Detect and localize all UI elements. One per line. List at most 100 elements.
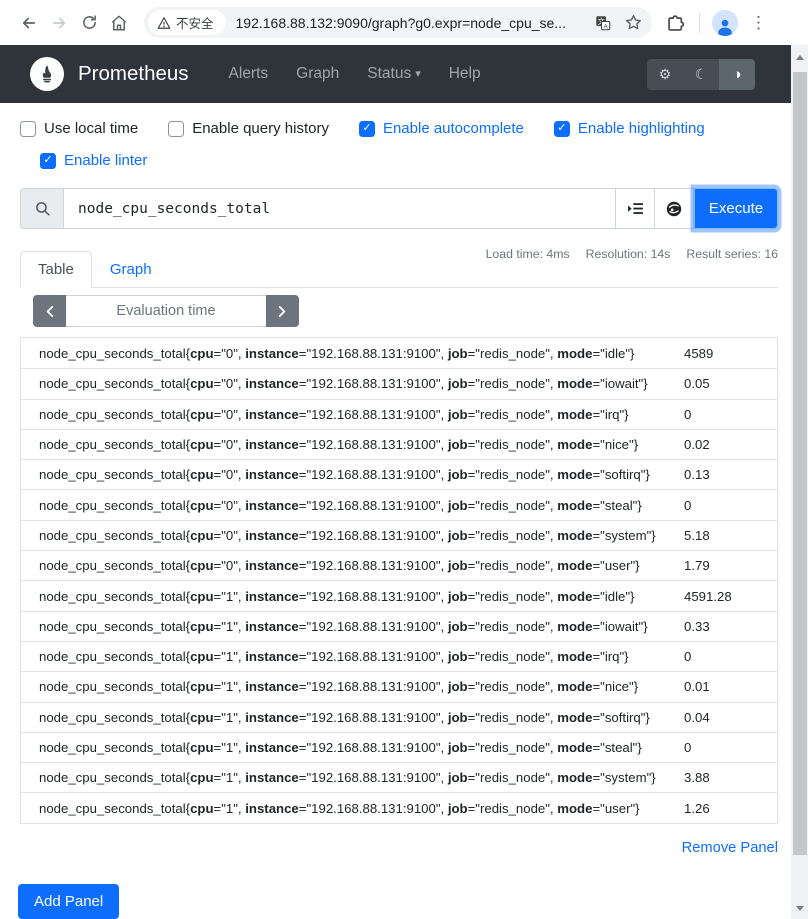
reload-icon[interactable]: [74, 8, 104, 38]
eval-time-back-icon[interactable]: [33, 295, 66, 327]
expression-input[interactable]: [64, 188, 616, 229]
table-row: node_cpu_seconds_total{cpu="0", instance…: [21, 429, 777, 459]
table-row: node_cpu_seconds_total{cpu="1", instance…: [21, 762, 777, 792]
table-row: node_cpu_seconds_total{cpu="0", instance…: [21, 489, 777, 519]
metric-value: 0.04: [684, 710, 777, 725]
bookmark-star-icon[interactable]: [622, 13, 644, 32]
checkbox-enable-linter[interactable]: ✓ Enable linter: [40, 152, 147, 169]
back-icon[interactable]: [14, 8, 44, 38]
metric-series: node_cpu_seconds_total{cpu="0", instance…: [39, 437, 684, 452]
metric-value: 0: [684, 498, 777, 513]
checked-checkbox-icon[interactable]: ✓: [554, 121, 570, 137]
profile-avatar[interactable]: [712, 10, 738, 36]
table-row: node_cpu_seconds_total{cpu="1", instance…: [21, 641, 777, 671]
url-text[interactable]: 192.168.88.132:9090/graph?g0.expr=node_c…: [236, 15, 584, 31]
address-bar[interactable]: 不安全 192.168.88.132:9090/graph?g0.expr=no…: [144, 7, 652, 38]
query-input-group: Execute: [20, 188, 778, 229]
eval-time-forward-icon[interactable]: [266, 295, 299, 327]
theme-toggle-group: ⚙ ☾ ◑: [647, 59, 755, 90]
metric-series: node_cpu_seconds_total{cpu="1", instance…: [39, 740, 684, 755]
prometheus-navbar: Prometheus AlertsGraphStatus▾Help ⚙ ☾ ◑: [0, 45, 808, 103]
metric-value: 3.88: [684, 770, 777, 785]
metric-series: node_cpu_seconds_total{cpu="1", instance…: [39, 649, 684, 664]
metric-series: node_cpu_seconds_total{cpu="1", instance…: [39, 770, 684, 785]
evaluation-time-input[interactable]: [66, 295, 266, 327]
remove-panel-link[interactable]: Remove Panel: [682, 840, 778, 856]
checkbox-use-local-time[interactable]: Use local time: [20, 120, 138, 137]
main-content: Use local timeEnable query history✓Enabl…: [0, 120, 808, 919]
unchecked-checkbox-icon[interactable]: [20, 121, 36, 137]
extensions-icon[interactable]: [666, 12, 687, 33]
options-row-1: Use local timeEnable query history✓Enabl…: [20, 120, 778, 137]
result-series: Result series: 16: [686, 247, 778, 261]
table-row: node_cpu_seconds_total{cpu="1", instance…: [21, 611, 777, 641]
tab-graph[interactable]: Graph: [92, 251, 170, 288]
scrollbar-thumb[interactable]: [793, 72, 807, 855]
toolbar-separator: [699, 13, 700, 33]
tab-table[interactable]: Table: [20, 251, 92, 288]
nav-status[interactable]: Status▾: [353, 65, 434, 83]
metric-series: node_cpu_seconds_total{cpu="1", instance…: [39, 679, 684, 694]
svg-text:A: A: [604, 23, 609, 30]
load-time: Load time: 4ms: [486, 247, 570, 261]
checkbox-label: Use local time: [44, 120, 138, 137]
checked-checkbox-icon[interactable]: ✓: [359, 121, 375, 137]
table-row: node_cpu_seconds_total{cpu="0", instance…: [21, 459, 777, 489]
scroll-down-icon[interactable]: [791, 900, 808, 917]
translate-icon[interactable]: 文A: [592, 14, 614, 32]
metric-series: node_cpu_seconds_total{cpu="1", instance…: [39, 710, 684, 725]
metric-series: node_cpu_seconds_total{cpu="1", instance…: [39, 619, 684, 634]
checkbox-enable-highlighting[interactable]: ✓Enable highlighting: [554, 120, 705, 137]
metric-value: 1.79: [684, 558, 777, 573]
search-icon: [20, 188, 64, 229]
unchecked-checkbox-icon[interactable]: [168, 121, 184, 137]
settings-gear-icon[interactable]: ⚙: [647, 59, 683, 90]
metric-value: 0.05: [684, 376, 777, 391]
checkbox-enable-autocomplete[interactable]: ✓ Enable autocomplete: [359, 120, 524, 137]
prometheus-logo[interactable]: [30, 57, 64, 91]
scroll-up-icon[interactable]: [791, 49, 808, 66]
results-table: node_cpu_seconds_total{cpu="0", instance…: [20, 337, 778, 824]
security-label: 不安全: [176, 13, 214, 32]
table-row: node_cpu_seconds_total{cpu="0", instance…: [21, 550, 777, 580]
home-icon[interactable]: [104, 8, 134, 38]
remove-panel-row: Remove Panel: [20, 839, 778, 857]
table-row: node_cpu_seconds_total{cpu="0", instance…: [21, 399, 777, 429]
chrome-menu-icon[interactable]: ⋮: [744, 13, 773, 33]
metric-value: 0.01: [684, 679, 777, 694]
resolution: Resolution: 14s: [586, 247, 671, 261]
brand-title[interactable]: Prometheus: [78, 62, 189, 86]
metrics-explorer-icon[interactable]: [616, 188, 655, 229]
nav-alerts[interactable]: Alerts: [215, 65, 283, 83]
auto-theme-icon[interactable]: ◑: [719, 59, 755, 90]
metric-value: 4589: [684, 346, 777, 361]
forward-icon[interactable]: [44, 8, 74, 38]
table-row: node_cpu_seconds_total{cpu="0", instance…: [21, 520, 777, 550]
checkbox-enable-query-history[interactable]: Enable query history: [168, 120, 329, 137]
format-expression-icon[interactable]: [655, 188, 694, 229]
security-chip[interactable]: 不安全: [148, 10, 226, 35]
query-stats: Load time: 4ms Resolution: 14s Result se…: [486, 247, 778, 261]
metric-value: 0.33: [684, 619, 777, 634]
metric-value: 0: [684, 407, 777, 422]
table-row: node_cpu_seconds_total{cpu="1", instance…: [21, 732, 777, 762]
table-row: node_cpu_seconds_total{cpu="1", instance…: [21, 702, 777, 732]
checked-checkbox-icon[interactable]: ✓: [40, 153, 56, 169]
metric-value: 0.02: [684, 437, 777, 452]
page-scrollbar[interactable]: [791, 45, 808, 919]
checkbox-label: Enable query history: [192, 120, 329, 137]
browser-toolbar: 不安全 192.168.88.132:9090/graph?g0.expr=no…: [0, 0, 808, 45]
metric-value: 0: [684, 649, 777, 664]
dark-theme-moon-icon[interactable]: ☾: [683, 59, 719, 90]
metric-series: node_cpu_seconds_total{cpu="0", instance…: [39, 346, 684, 361]
nav-help[interactable]: Help: [435, 65, 495, 83]
add-panel-button[interactable]: Add Panel: [18, 884, 119, 919]
checkbox-label: Enable autocomplete: [383, 120, 524, 137]
warning-icon: [157, 16, 171, 30]
metric-value: 0: [684, 740, 777, 755]
metric-series: node_cpu_seconds_total{cpu="1", instance…: [39, 589, 684, 604]
execute-button[interactable]: Execute: [694, 188, 778, 229]
metric-value: 4591.28: [684, 589, 777, 604]
checkbox-label: Enable linter: [64, 152, 147, 169]
nav-graph[interactable]: Graph: [282, 65, 353, 83]
